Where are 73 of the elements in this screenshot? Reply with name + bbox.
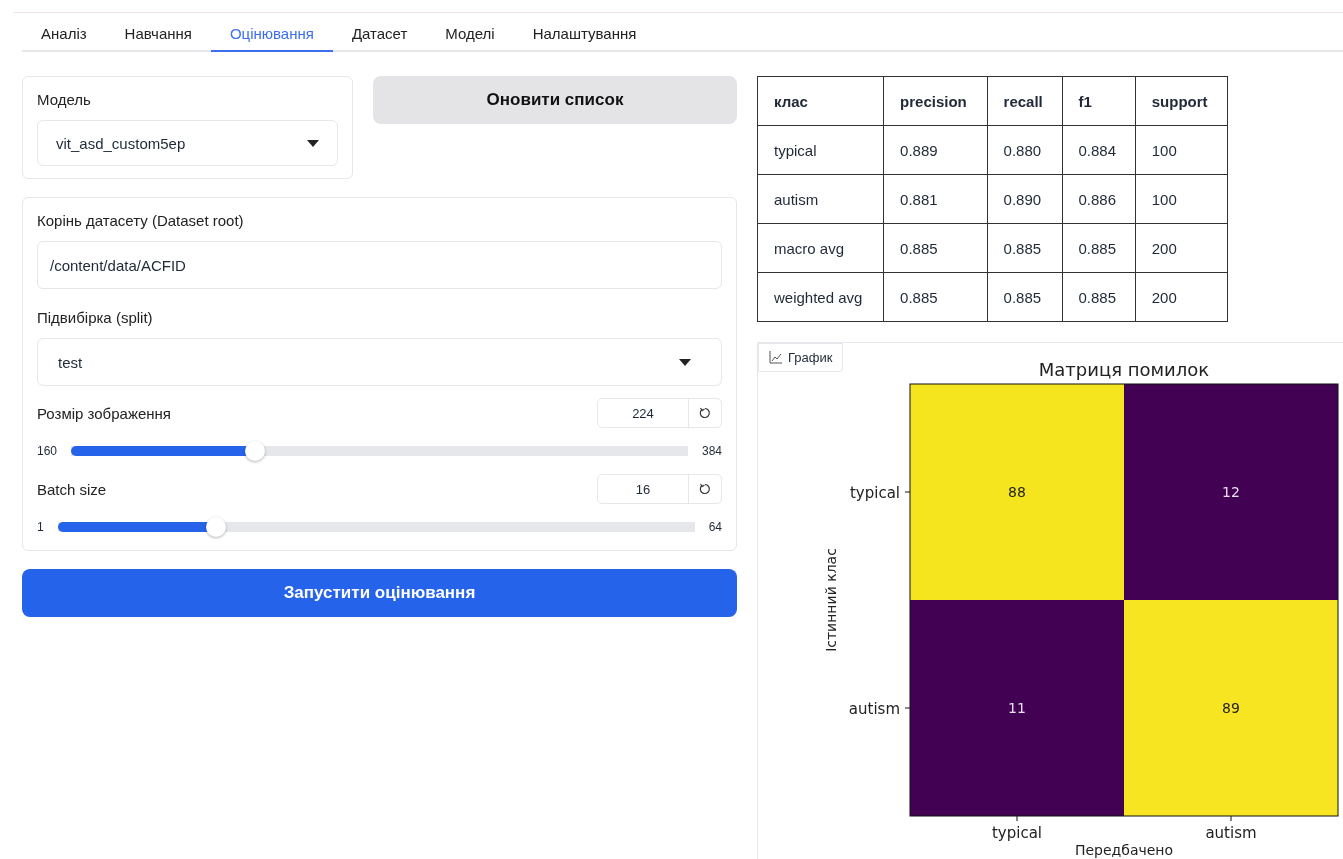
table-cell: autism xyxy=(757,174,884,224)
slider-max: 64 xyxy=(708,520,722,534)
table-cell: 100 xyxy=(1135,174,1228,224)
table-header: recall xyxy=(987,76,1062,126)
table-cell: 0.885 xyxy=(987,272,1062,322)
dropdown-value: test xyxy=(58,353,83,371)
table-cell: 0.884 xyxy=(1062,125,1136,175)
x-tick xyxy=(1230,815,1232,822)
slider-label: Batch size xyxy=(37,480,107,498)
slider-min: 1 xyxy=(37,520,44,534)
x-axis-label: Передбачено xyxy=(1074,842,1174,858)
tab[interactable]: Моделі xyxy=(426,21,514,52)
table-cell: macro avg xyxy=(757,223,884,273)
dropdown-value: vit_asd_custom5ep xyxy=(56,134,186,152)
table-header: precision xyxy=(883,76,988,126)
cell-value: 12 xyxy=(1222,484,1240,500)
y-tick-label: autism xyxy=(848,700,900,718)
tab[interactable]: Налаштування xyxy=(513,21,656,52)
cell-value: 88 xyxy=(1008,484,1026,500)
x-tick xyxy=(1016,815,1018,822)
input-value: /content/data/ACFID xyxy=(50,256,186,274)
field-label: Модель xyxy=(37,91,92,108)
slider-thumb[interactable] xyxy=(206,517,227,537)
number-value: 16 xyxy=(598,475,689,503)
number-field[interactable]: 16 xyxy=(597,474,722,504)
table-cell: 0.885 xyxy=(987,223,1062,273)
chart-title: Матриця помилок xyxy=(1038,359,1210,380)
cell-value: 89 xyxy=(1222,700,1240,716)
tab[interactable]: Навчання xyxy=(105,21,211,52)
table-cell: 0.881 xyxy=(883,174,988,224)
cell-value: 11 xyxy=(1008,700,1026,716)
table-cell: 0.885 xyxy=(1062,272,1136,322)
table-cell: 0.889 xyxy=(883,125,988,175)
split-dropdown[interactable]: test xyxy=(37,338,722,386)
y-axis-label: Істинний клас xyxy=(823,548,839,652)
dropdown-caret-icon xyxy=(679,358,691,366)
table-cell: 0.880 xyxy=(987,125,1062,175)
table-cell: 200 xyxy=(1135,272,1228,322)
run-evaluation-button[interactable]: Запустити оцінювання xyxy=(22,569,737,617)
table-cell: 0.890 xyxy=(987,174,1062,224)
table-cell: typical xyxy=(757,125,884,175)
table-cell: weighted avg xyxy=(757,272,884,322)
slider-thumb[interactable] xyxy=(244,441,265,461)
dropdown-caret-icon xyxy=(307,139,319,147)
field-label: Підвибірка (split) xyxy=(37,309,154,326)
y-tick xyxy=(904,707,911,709)
table-header: f1 xyxy=(1062,76,1136,126)
slider-max: 384 xyxy=(701,444,722,458)
x-tick-label: typical xyxy=(991,824,1043,842)
tab[interactable]: Аналіз xyxy=(22,21,106,52)
y-tick xyxy=(904,491,911,493)
table-cell: 100 xyxy=(1135,125,1228,175)
number-value: 224 xyxy=(598,399,689,427)
refresh-button[interactable]: Оновити список xyxy=(373,76,737,124)
x-tick-label: autism xyxy=(1205,824,1257,842)
slider-min: 160 xyxy=(37,444,58,458)
model-dropdown[interactable]: vit_asd_custom5ep xyxy=(37,120,338,166)
table-header: клас xyxy=(757,76,884,126)
chart-icon xyxy=(769,351,782,364)
table-header: support xyxy=(1135,76,1228,126)
table-cell: 200 xyxy=(1135,223,1228,273)
number-field[interactable]: 224 xyxy=(597,398,722,428)
table-cell: 0.885 xyxy=(883,223,988,273)
tab[interactable]: Оцінювання xyxy=(210,21,333,52)
tab[interactable]: Датасет xyxy=(332,21,427,52)
slider-label: Розмір зображення xyxy=(37,404,171,422)
table-cell: 0.885 xyxy=(1062,223,1136,273)
table-cell: 0.885 xyxy=(883,272,988,322)
y-tick-label: typical xyxy=(849,484,900,502)
table-cell: 0.886 xyxy=(1062,174,1136,224)
input-field[interactable]: /content/data/ACFID xyxy=(37,241,722,289)
field-label: Корінь датасету (Dataset root) xyxy=(37,212,245,229)
badge-label: График xyxy=(788,350,833,365)
